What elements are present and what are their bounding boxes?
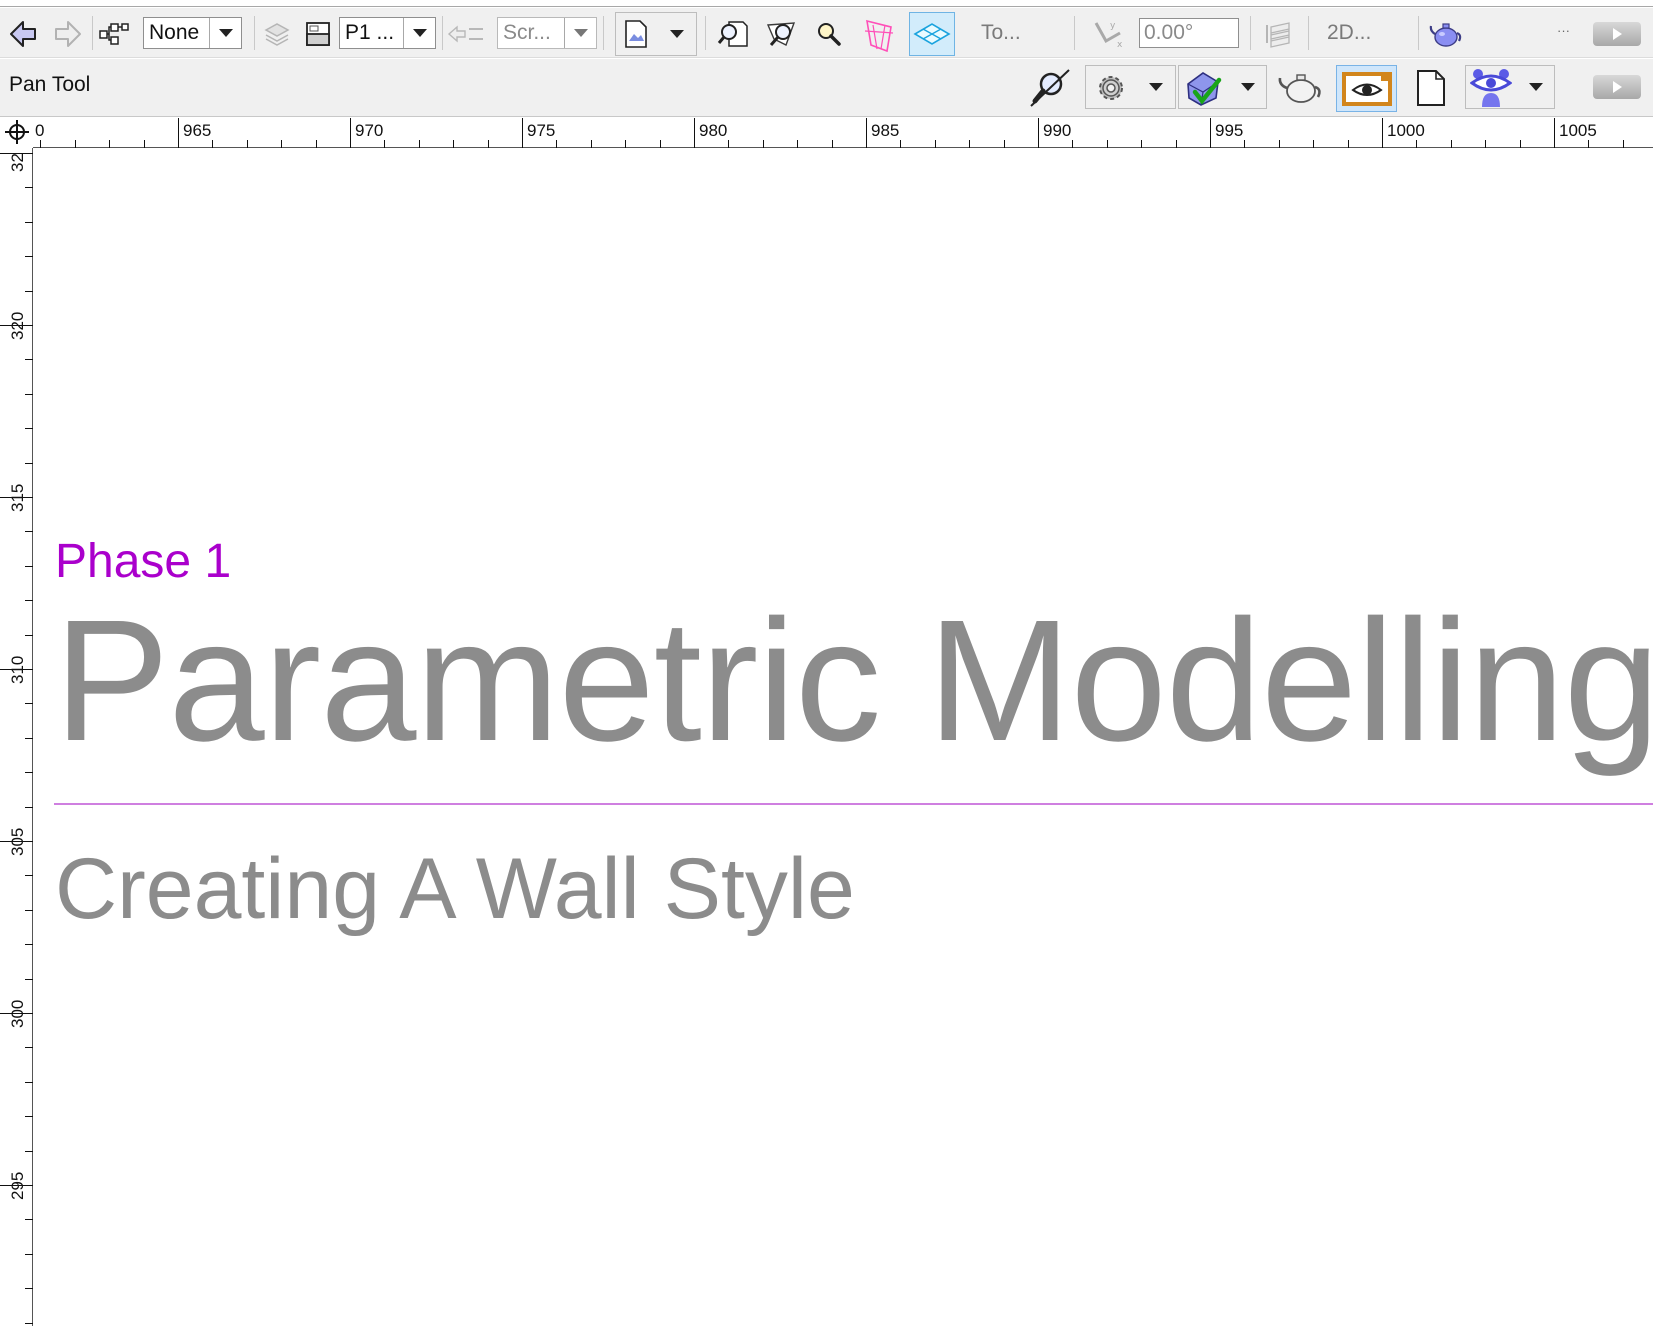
next-view-button[interactable] (50, 17, 86, 51)
play-icon (1612, 81, 1622, 93)
new-sheet-button[interactable] (1408, 66, 1454, 110)
subtitle: Creating A Wall Style (55, 841, 855, 937)
ruler-label: 990 (1043, 121, 1072, 140)
chevron-down-icon[interactable] (209, 18, 241, 48)
back-arrow-icon (10, 21, 36, 47)
mode-bar: Pan Tool (0, 59, 1653, 117)
saved-view-value: Scr... (503, 21, 551, 44)
eye-frame-icon (1341, 71, 1392, 106)
view-orientation-label[interactable]: To... (981, 21, 1021, 45)
chevron-down-icon[interactable] (564, 18, 596, 48)
render-mode-label[interactable]: 2D... (1327, 21, 1371, 45)
check-geometry-dropdown-arrow[interactable] (1229, 65, 1267, 109)
ruler-label: 305 (8, 827, 27, 856)
layer-plane-button[interactable] (909, 12, 955, 56)
toolbar1-expand-button[interactable] (1593, 22, 1641, 46)
page-picture-icon (625, 20, 647, 48)
teapot-white-icon (1278, 74, 1321, 103)
layer-plane-icon (913, 23, 951, 45)
svg-text:x: x (1117, 40, 1123, 49)
layers-button[interactable] (260, 17, 294, 51)
window-top-edge (0, 0, 1653, 7)
svg-text:y: y (1110, 21, 1116, 31)
chevron-down-icon[interactable] (403, 18, 435, 48)
quick-search-button[interactable] (1024, 65, 1076, 111)
sheet-layer-icon (306, 22, 330, 46)
overflow-dots: ··· (1557, 23, 1570, 38)
ruler-label: 0 (35, 121, 45, 140)
zoom-objects-icon (766, 22, 796, 46)
horizontal-ruler[interactable]: 0 965 970 975 980 985 990 995 1000 1005 (0, 118, 1653, 148)
active-class-combo[interactable]: None (143, 17, 242, 49)
saved-views-button[interactable] (446, 17, 488, 51)
saved-view-combo[interactable]: Scr... (497, 17, 597, 49)
stacking-layers-button[interactable] (1258, 17, 1298, 51)
view-visibility-button[interactable] (1336, 65, 1397, 112)
ruler-label: 320 (8, 311, 27, 340)
crosshair-icon (5, 120, 29, 144)
rotate-plan-button[interactable]: y x (1090, 17, 1126, 51)
ruler-label: 310 (8, 655, 27, 684)
toolbar2-expand-button[interactable] (1593, 75, 1641, 99)
phase-label: Phase 1 (55, 535, 232, 588)
rotation-axes-icon: y x (1094, 21, 1123, 49)
teapot-icon (1429, 23, 1462, 47)
working-plane-icon (864, 19, 894, 53)
search-icon (1030, 69, 1070, 107)
ruler-label: 1005 (1559, 121, 1597, 140)
navigation-graph-button[interactable] (96, 17, 132, 51)
magnifier-icon (818, 23, 841, 46)
ruler-label: 295 (8, 1171, 27, 1200)
blank-page-icon (1417, 70, 1445, 106)
check-geometry-button[interactable] (1180, 66, 1226, 110)
ruler-label: 1000 (1387, 121, 1425, 140)
design-layer-button[interactable] (301, 17, 335, 51)
main-title: Parametric Modelling (54, 583, 1653, 777)
zoom-page-icon (717, 21, 748, 47)
gear-icon (1099, 76, 1123, 100)
ruler-label: 970 (355, 121, 384, 140)
drawing-area[interactable]: Phase 1 Parametric Modelling Creating A … (34, 149, 1653, 1326)
render-teapot-button[interactable] (1428, 17, 1464, 51)
page-dropdown-arrow[interactable] (658, 12, 696, 56)
vertical-ruler[interactable]: 32 320 315 310 305 300 295 (0, 148, 33, 1326)
title-divider-line (54, 803, 1653, 805)
working-plane-button[interactable] (860, 17, 898, 53)
play-icon (1612, 28, 1622, 40)
ruler-label: 965 (183, 121, 212, 140)
hierarchy-icon (99, 23, 129, 45)
ruler-label: 980 (699, 121, 728, 140)
previous-view-button[interactable] (5, 17, 41, 51)
settings-button[interactable] (1088, 66, 1134, 110)
active-layer-value: P1 ... (345, 21, 395, 44)
plan-rotation-input[interactable]: 0.00° (1139, 18, 1239, 48)
ruler-label: 985 (871, 121, 900, 140)
settings-dropdown-arrow[interactable] (1137, 65, 1175, 109)
saved-view-arrows-icon (447, 25, 483, 43)
zoom-button[interactable] (811, 17, 847, 51)
render-options-button[interactable] (1275, 66, 1325, 110)
page-setup-button[interactable] (618, 17, 654, 51)
ruler-label: 300 (8, 999, 27, 1028)
ruler-label: 315 (8, 483, 27, 512)
visualization-dropdown-arrow[interactable] (1517, 65, 1555, 109)
people-eye-icon (1470, 69, 1512, 107)
zoom-page-button[interactable] (715, 17, 751, 51)
active-layer-combo[interactable]: P1 ... (339, 17, 436, 49)
active-class-value: None (149, 21, 200, 44)
stacked-layers-icon (1266, 22, 1290, 48)
zoom-objects-button[interactable] (763, 17, 799, 51)
ruler-label: 975 (527, 121, 556, 140)
checkmark-cube-icon (1187, 72, 1222, 106)
ruler-label: 32 (8, 153, 27, 172)
ruler-origin[interactable] (0, 118, 33, 148)
active-tool-name: Pan Tool (9, 73, 91, 96)
ruler-label: 995 (1215, 121, 1244, 140)
forward-arrow-icon (55, 21, 81, 47)
view-bar: None P1 ... Scr... To... y x 0.00° 2D...… (0, 8, 1653, 58)
layers-icon (264, 23, 290, 46)
visualization-button[interactable] (1468, 66, 1514, 110)
